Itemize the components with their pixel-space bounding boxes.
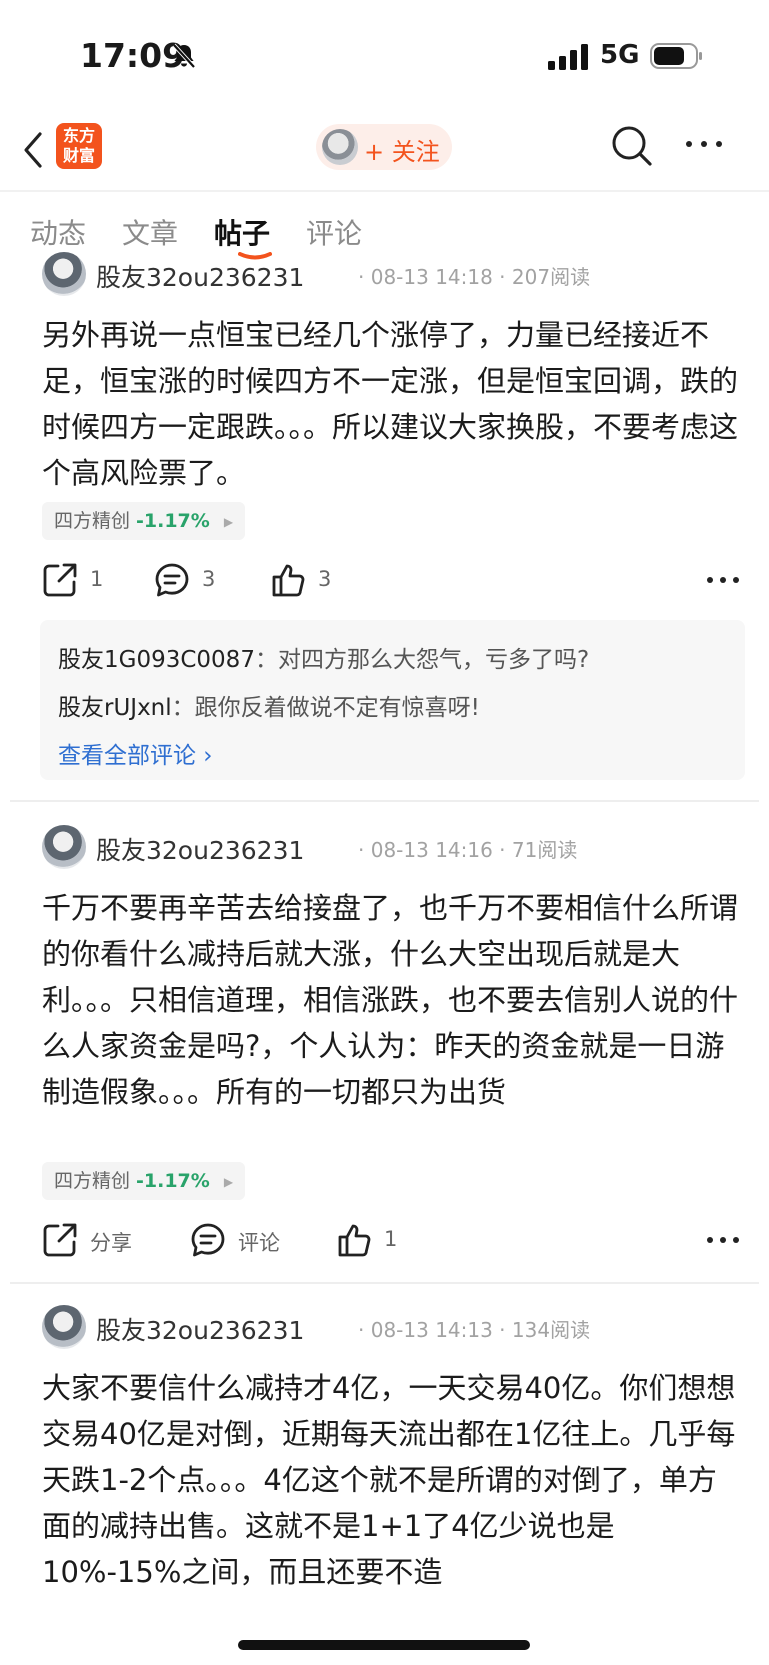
comment-separator: ： <box>171 695 195 721</box>
stock-change: -1.17% <box>136 1170 210 1192</box>
mute-bell-icon <box>172 43 196 69</box>
comment-user[interactable]: 股友rUJxnl <box>58 695 172 721</box>
post-header: 股友32ou236231 · 08-13 14:13 · 134阅读 <box>42 1305 742 1349</box>
tab-articles[interactable]: 文章 <box>122 212 178 252</box>
play-triangle-icon: ▶ <box>223 514 234 529</box>
app-logo[interactable]: 东方财富 <box>56 123 102 169</box>
stock-name: 四方精创 <box>54 510 131 532</box>
post-meta: · 08-13 14:13 · 134阅读 <box>358 1318 591 1342</box>
search-icon[interactable] <box>610 124 654 168</box>
post-actions: 1 3 3 <box>42 558 742 602</box>
tab-posts[interactable]: 帖子 <box>214 212 270 252</box>
post-actions: 分享 评论 1 <box>42 1218 742 1262</box>
like-count: 1 <box>384 1227 398 1251</box>
comment-label: 评论 <box>238 1231 280 1255</box>
follow-button[interactable]: + 关注 <box>316 124 452 170</box>
comment-item[interactable]: 股友1G093C0087：对四方那么大怨气，亏多了吗? <box>58 640 589 674</box>
post-text[interactable]: 大家不要信什么减持才4亿，一天交易40亿。你们想想交易40亿是对倒，近期每天流出… <box>42 1365 742 1665</box>
stock-name: 四方精创 <box>54 1170 131 1192</box>
comment-text: 对四方那么大怨气，亏多了吗? <box>277 647 590 673</box>
post-text[interactable]: 千万不要再辛苦去给接盘了，也千万不要相信什么所谓的你看什么减持后就大涨，什么大空… <box>42 885 742 1115</box>
thumbs-up-icon <box>272 564 305 597</box>
post-divider <box>10 800 759 802</box>
comment-text: 跟你反着做说不定有惊喜呀! <box>194 695 480 721</box>
comment-item[interactable]: 股友rUJxnl：跟你反着做说不定有惊喜呀! <box>58 688 480 722</box>
more-dots-icon <box>707 577 739 583</box>
author-avatar <box>322 129 358 165</box>
author-name[interactable]: 股友32ou236231 <box>96 258 304 294</box>
tab-activity[interactable]: 动态 <box>30 212 86 252</box>
nav-bar: 东方财富 + 关注 <box>0 110 769 192</box>
share-icon <box>43 1223 77 1257</box>
home-indicator[interactable] <box>238 1640 530 1650</box>
comment-user[interactable]: 股友1G093C0087 <box>58 647 255 673</box>
status-bar: 17:09 5G <box>0 0 769 110</box>
avatar[interactable] <box>42 825 86 869</box>
battery-icon <box>650 43 702 69</box>
post-header: 股友32ou236231 · 08-13 14:18 · 207阅读 <box>42 252 742 296</box>
author-name[interactable]: 股友32ou236231 <box>96 831 304 867</box>
comment-icon <box>191 1223 225 1257</box>
tab-comments[interactable]: 评论 <box>306 212 362 252</box>
avatar[interactable] <box>42 252 86 296</box>
see-all-comments-link[interactable]: 查看全部评论 › <box>58 736 213 770</box>
cellular-signal-icon <box>548 44 588 70</box>
comment-count: 3 <box>202 567 216 591</box>
thumbs-up-icon <box>338 1224 371 1257</box>
play-triangle-icon: ▶ <box>223 1174 234 1189</box>
comment-icon <box>155 563 189 597</box>
avatar[interactable] <box>42 1305 86 1349</box>
share-icon <box>43 563 77 597</box>
post-divider <box>10 1282 759 1284</box>
more-menu-icon[interactable] <box>684 134 724 154</box>
follow-label: + 关注 <box>364 138 440 166</box>
post-meta: · 08-13 14:16 · 71阅读 <box>358 838 578 862</box>
more-dots-icon <box>707 1237 739 1243</box>
stock-tag[interactable]: 四方精创 -1.17% ▶ <box>42 1162 246 1200</box>
like-count: 3 <box>318 567 332 591</box>
stock-change: -1.17% <box>136 510 210 532</box>
header-divider <box>0 190 769 192</box>
post-meta: · 08-13 14:18 · 207阅读 <box>358 265 591 289</box>
comment-separator: ： <box>254 647 278 673</box>
post-text[interactable]: 另外再说一点恒宝已经几个涨停了，力量已经接近不足，恒宝涨的时候四方不一定涨，但是… <box>42 312 742 496</box>
comment-preview[interactable]: 股友1G093C0087：对四方那么大怨气，亏多了吗? 股友rUJxnl：跟你反… <box>40 620 745 780</box>
author-name[interactable]: 股友32ou236231 <box>96 1311 304 1347</box>
network-type: 5G <box>600 40 640 70</box>
back-arrow-icon[interactable] <box>20 130 50 170</box>
share-count: 1 <box>90 567 104 591</box>
profile-tabs: 动态 文章 帖子 评论 <box>0 200 769 260</box>
share-label: 分享 <box>90 1231 132 1255</box>
post-header: 股友32ou236231 · 08-13 14:16 · 71阅读 <box>42 825 742 869</box>
stock-tag[interactable]: 四方精创 -1.17% ▶ <box>42 502 246 540</box>
